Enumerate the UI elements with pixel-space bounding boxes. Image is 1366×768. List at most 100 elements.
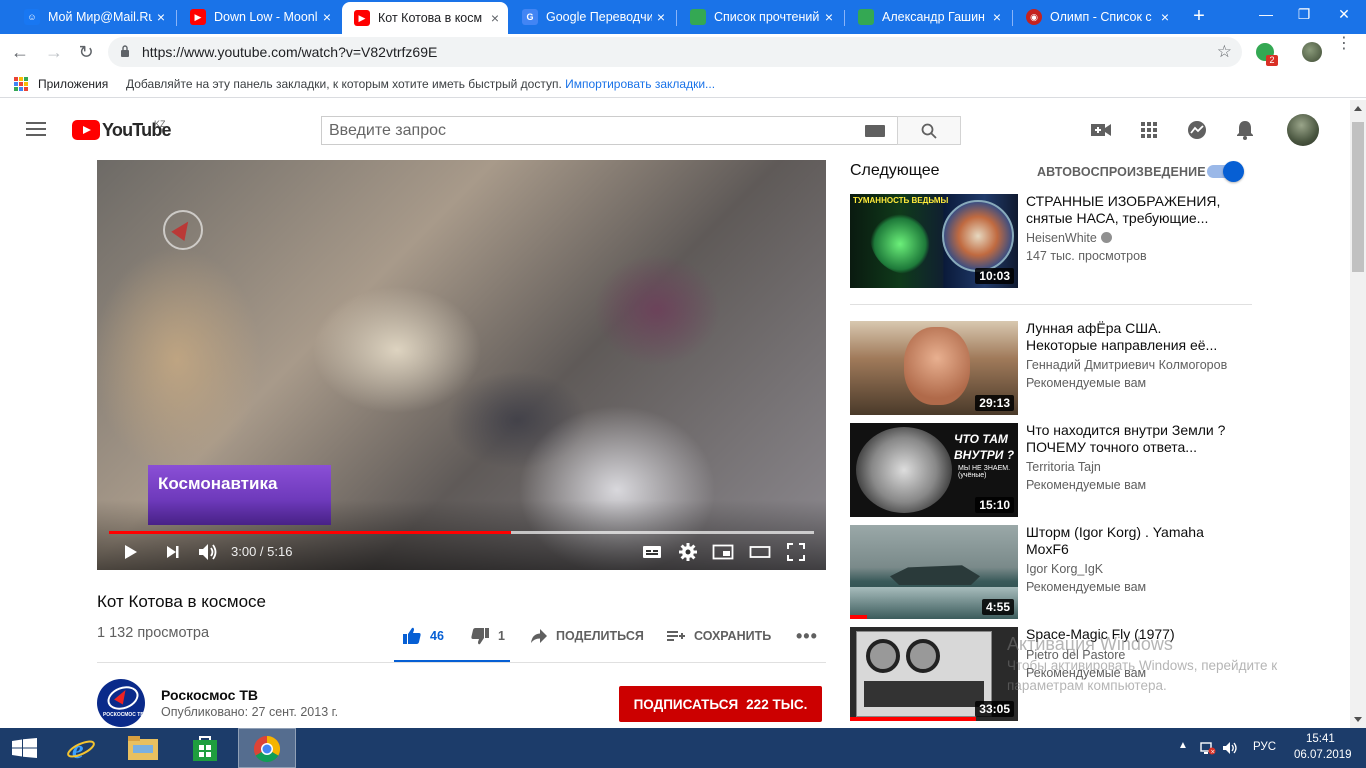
video-thumbnail[interactable]: ТУМАННОСТЬ ВЕДЬМЫ 10:03 — [850, 194, 1018, 288]
address-bar[interactable]: https://www.youtube.com/watch?v=V82vtrfz… — [108, 37, 1242, 67]
close-icon[interactable]: × — [820, 9, 838, 25]
progress-bar[interactable] — [109, 531, 814, 534]
like-button[interactable]: 46 — [402, 626, 444, 646]
video-meta: Рекомендуемые вам — [1026, 580, 1147, 594]
close-icon[interactable]: × — [988, 9, 1006, 25]
tab-label: Александр Гашин — [882, 10, 985, 24]
taskbar-ie[interactable]: e — [52, 728, 110, 768]
back-button[interactable]: ← — [8, 40, 32, 64]
reel-right-shape — [906, 639, 940, 673]
video-channel[interactable]: Territoria Tajn — [1026, 460, 1236, 474]
lower-third-text: Космонавтика — [158, 474, 278, 493]
bookmark-apps[interactable]: Приложения — [38, 77, 108, 91]
reload-button[interactable]: ↻ — [74, 40, 98, 64]
video-title-link[interactable]: Что находится внутри Земли ? ПОЧЕМУ точн… — [1026, 422, 1236, 456]
minimize-button[interactable]: — — [1246, 0, 1286, 28]
scroll-down-arrow-icon[interactable] — [1354, 717, 1362, 722]
windows-start-icon[interactable] — [12, 738, 38, 758]
close-icon[interactable]: × — [486, 10, 504, 26]
chrome-menu-icon[interactable]: ⋮ — [1336, 36, 1352, 52]
volume-icon[interactable] — [197, 542, 219, 562]
channel-avatar[interactable]: РОСКОСМОС ТВ — [97, 679, 145, 727]
restore-button[interactable]: ❐ — [1284, 0, 1324, 28]
tab-kot-kotova[interactable]: ▶ Кот Котова в косм × — [342, 2, 508, 34]
tab-google-translate[interactable]: G Google Переводчи × — [510, 0, 674, 34]
video-channel[interactable]: Igor Korg_IgK — [1026, 562, 1236, 576]
clock-date[interactable]: 06.07.2019 — [1294, 749, 1352, 761]
close-icon[interactable]: × — [318, 9, 336, 25]
scroll-up-arrow-icon[interactable] — [1354, 106, 1362, 111]
apps-icon[interactable] — [1138, 120, 1160, 140]
autoplay-toggle-knob[interactable] — [1223, 161, 1244, 182]
search-button[interactable] — [897, 116, 961, 145]
internet-explorer-icon: e — [67, 735, 95, 762]
search-input[interactable]: Введите запрос — [321, 116, 897, 145]
scrollbar-thumb[interactable] — [1352, 122, 1364, 272]
next-video-icon[interactable] — [165, 542, 181, 562]
channel-name[interactable]: Роскосмос ТВ — [161, 687, 258, 703]
messages-icon[interactable] — [1186, 120, 1208, 140]
network-error-icon[interactable]: × — [1200, 741, 1216, 755]
video-title-link[interactable]: СТРАННЫЕ ИЗОБРАЖЕНИЯ, снятые НАСА, требу… — [1026, 193, 1236, 227]
close-icon[interactable]: × — [652, 9, 670, 25]
video-title-link[interactable]: Лунная афЁра США. Некоторые направления … — [1026, 320, 1236, 354]
tab-mailru[interactable]: ☺ Мой Мир@Mail.Ru × — [12, 0, 174, 34]
clock-time[interactable]: 15:41 — [1306, 733, 1335, 745]
close-icon[interactable]: × — [1156, 9, 1174, 25]
tab-down-low[interactable]: ▶ Down Low - Moonl × — [178, 0, 340, 34]
apps-grid-icon[interactable] — [14, 77, 28, 91]
keyboard-icon[interactable] — [865, 125, 885, 137]
tray-show-hidden-icon[interactable]: ▲ — [1178, 740, 1188, 751]
fullscreen-icon[interactable] — [786, 542, 806, 562]
close-window-button[interactable]: ✕ — [1324, 0, 1364, 28]
video-channel[interactable]: Геннадий Дмитриевич Колмогоров — [1026, 358, 1236, 372]
taskbar-store[interactable] — [176, 728, 234, 768]
bookmark-star-icon[interactable]: ☆ — [1217, 42, 1232, 62]
tab-olymp[interactable]: ◉ Олимп - Список с × — [1014, 0, 1178, 34]
account-avatar[interactable] — [1287, 114, 1319, 146]
new-tab-button[interactable]: + — [1188, 6, 1210, 28]
video-channel[interactable]: HeisenWhite — [1026, 231, 1236, 245]
video-title-link[interactable]: Шторм (Igor Korg) . Yamaha MoxF6 — [1026, 524, 1236, 558]
video-thumbnail[interactable]: ЧТО ТАМ ВНУТРИ ? МЫ НЕ ЗНАЕМ. (учёные) 1… — [850, 423, 1018, 517]
video-thumbnail[interactable]: 4:55 — [850, 525, 1018, 619]
taskbar-chrome[interactable] — [238, 728, 296, 768]
save-button[interactable]: СОХРАНИТЬ — [666, 626, 771, 646]
more-actions-icon[interactable]: ••• — [796, 626, 818, 646]
page-scrollbar[interactable] — [1350, 100, 1366, 728]
tab-strip: ☺ Мой Мир@Mail.Ru × ▶ Down Low - Moonl ×… — [0, 0, 1366, 34]
playlist-add-icon — [667, 631, 685, 641]
video-thumbnail[interactable]: 33:05 — [850, 627, 1018, 721]
tab-gashin[interactable]: Александр Гашин × — [846, 0, 1010, 34]
volume-tray-icon[interactable] — [1222, 741, 1238, 755]
url-text[interactable]: https://www.youtube.com/watch?v=V82vtrfz… — [142, 44, 437, 60]
guide-menu-icon[interactable] — [26, 122, 46, 136]
theater-mode-icon[interactable] — [749, 542, 771, 562]
info-divider — [97, 662, 826, 663]
video-thumbnail[interactable]: 29:13 — [850, 321, 1018, 415]
subtitles-icon[interactable] — [642, 542, 662, 562]
miniplayer-icon[interactable] — [712, 542, 734, 562]
close-icon[interactable]: × — [152, 9, 170, 25]
dislike-button[interactable]: 1 — [470, 626, 505, 646]
autoplay-label: АВТОВОСПРОИЗВЕДЕНИЕ — [1037, 165, 1206, 179]
sheet-icon — [690, 9, 706, 25]
import-bookmarks-link[interactable]: Импортировать закладки... — [565, 77, 715, 91]
lock-icon[interactable] — [120, 45, 130, 57]
planet-shape — [942, 200, 1014, 272]
publish-date: Опубликовано: 27 сент. 2013 г. — [161, 705, 339, 719]
view-count: 1 132 просмотра — [97, 625, 210, 641]
create-video-icon[interactable] — [1090, 120, 1112, 140]
share-button[interactable]: ПОДЕЛИТЬСЯ — [530, 626, 644, 646]
taskbar-explorer[interactable] — [114, 728, 172, 768]
video-player[interactable]: Космонавтика 3:00 / 5:16 — [97, 160, 826, 570]
thumbnail-subcaption: МЫ НЕ ЗНАЕМ. (учёные) — [958, 465, 1011, 479]
language-indicator[interactable]: РУС — [1253, 741, 1276, 753]
notifications-bell-icon[interactable] — [1234, 120, 1256, 140]
play-icon[interactable] — [123, 542, 139, 562]
chrome-profile-avatar[interactable] — [1302, 42, 1322, 62]
tab-reading-list[interactable]: Список прочтений × — [678, 0, 842, 34]
subscribe-button[interactable]: ПОДПИСАТЬСЯ 222 ТЫС. — [619, 686, 822, 722]
settings-gear-icon[interactable] — [678, 542, 698, 562]
forward-button[interactable]: → — [42, 40, 66, 64]
